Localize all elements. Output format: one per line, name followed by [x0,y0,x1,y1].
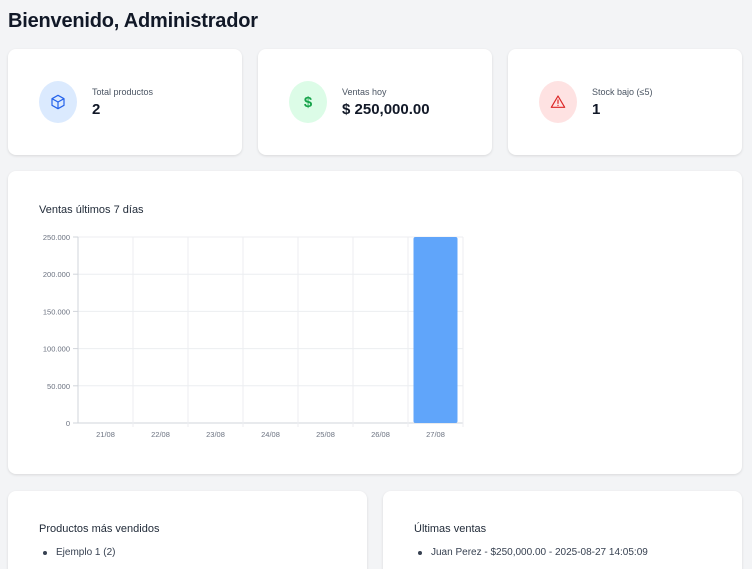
bullet [418,550,422,555]
svg-text:$: $ [304,94,313,111]
x-tick-label: 26/08 [371,430,390,439]
y-tick-label: 100.000 [43,345,70,354]
stat-card-total-products: Total productos 2 [8,49,242,155]
x-tick-label: 27/08 [426,430,445,439]
x-tick-label: 22/08 [151,430,170,439]
x-tick-label: 21/08 [96,430,115,439]
top-products-card: Productos más vendidos Ejemplo 1 (2) [8,491,367,569]
box-icon [39,81,77,123]
list-item: Juan Perez - $250,000.00 - 2025-08-27 14… [414,547,648,558]
dashboard-page: Bienvenido, Administrador Total producto… [0,0,752,569]
stat-value: 1 [592,101,601,118]
x-tick-label: 25/08 [316,430,335,439]
top-products-title: Productos más vendidos [39,523,160,535]
y-tick-label: 50.000 [47,382,70,391]
y-tick-label: 0 [66,419,70,428]
list-item: Ejemplo 1 (2) [39,547,115,558]
stat-label: Stock bajo (≤5) [592,87,653,97]
x-tick-label: 24/08 [261,430,280,439]
page-title: Bienvenido, Administrador [8,10,258,32]
top-products-list: Ejemplo 1 (2) [39,547,115,558]
y-tick-label: 250.000 [43,233,70,242]
recent-sales-card: Últimas ventas Juan Perez - $250,000.00 … [383,491,742,569]
sales-bar-chart: 0 50.000 100.000 150.000 200.000 250.000 21/08… [43,233,464,439]
list-item-text: Ejemplo 1 (2) [56,547,116,558]
y-tick-label: 150.000 [43,307,70,316]
stat-value: 2 [92,101,101,118]
list-item-text: Juan Perez - $250,000.00 - 2025-08-27 14… [431,547,648,558]
warning-icon [539,81,577,123]
x-tick-label: 23/08 [206,430,225,439]
stat-card-low-stock: Stock bajo (≤5) 1 [508,49,742,155]
stat-card-sales-today: $ Ventas hoy $ 250,000.00 [258,49,492,155]
recent-sales-title: Últimas ventas [414,523,487,535]
stat-label: Ventas hoy [342,87,387,97]
y-tick-label: 200.000 [43,270,70,279]
sales-chart-card: Ventas últimos 7 días 0 50.000 100.000 150.… [8,171,742,474]
bullet [43,550,47,555]
dollar-icon: $ [289,81,327,123]
stat-value: $ 250,000.00 [342,101,430,118]
recent-sales-list: Juan Perez - $250,000.00 - 2025-08-27 14… [414,547,648,558]
stat-label: Total productos [92,87,154,97]
bar [413,237,458,423]
